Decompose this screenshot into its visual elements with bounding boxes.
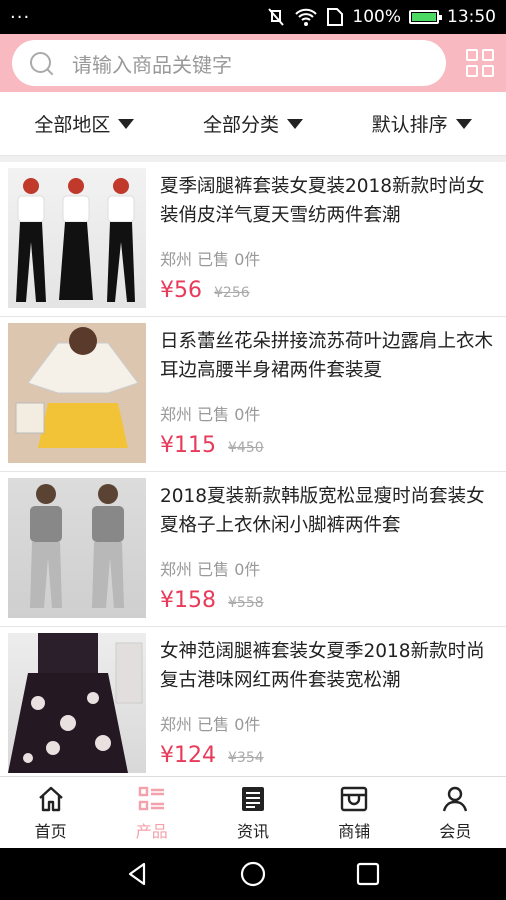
filter-sort-label: 默认排序: [371, 114, 448, 136]
bottom-tab-bar: 首页 产品 资讯 商铺 会员: [0, 776, 506, 848]
tab-member[interactable]: 会员: [405, 777, 506, 848]
wifi-icon: [295, 8, 318, 26]
sim-icon: [327, 8, 344, 26]
filter-category[interactable]: 全部分类: [169, 110, 338, 137]
product-list: 夏季阔腿裤套装女夏装2018新款时尚女装俏皮洋气夏天雪纺两件套潮 郑州 已售 0…: [0, 162, 506, 776]
tab-home-label: 首页: [34, 821, 67, 841]
product-original-price: ¥450: [228, 440, 264, 456]
product-sold: 已售 0件: [197, 405, 261, 424]
list-icon: [138, 786, 164, 810]
filter-bar: 全部地区 全部分类 默认排序: [0, 92, 506, 156]
filter-sort[interactable]: 默认排序: [337, 110, 506, 137]
filter-category-label: 全部分类: [203, 114, 280, 136]
search-input[interactable]: 请输入商品关键字: [12, 40, 446, 86]
product-original-price: ¥558: [228, 595, 264, 611]
category-grid-icon[interactable]: [466, 49, 494, 77]
product-original-price: ¥354: [228, 750, 264, 766]
product-sold: 已售 0件: [197, 250, 261, 269]
tab-products[interactable]: 产品: [101, 777, 202, 848]
battery-icon: [409, 10, 442, 24]
notification-dots: ···: [10, 6, 31, 28]
product-price: ¥124: [160, 743, 216, 768]
search-header: 请输入商品关键字: [0, 34, 506, 92]
clock: 13:50: [447, 7, 496, 27]
user-icon: [443, 786, 468, 811]
product-price: ¥115: [160, 433, 216, 458]
battery-percent: 100%: [352, 7, 401, 27]
dropdown-arrow-icon: [118, 118, 135, 129]
product-item[interactable]: 女神范阔腿裤套装女夏季2018新款时尚复古港味网红两件套装宽松潮 郑州 已售 0…: [0, 627, 506, 776]
tab-news-label: 资讯: [237, 821, 270, 841]
product-image: [8, 323, 146, 463]
mute-icon: [268, 8, 285, 26]
filter-region-label: 全部地区: [34, 114, 111, 136]
product-sold: 已售 0件: [197, 560, 261, 579]
home-circle-icon[interactable]: [239, 860, 267, 888]
news-icon: [242, 786, 264, 811]
product-title: 女神范阔腿裤套装女夏季2018新款时尚复古港味网红两件套装宽松潮: [160, 641, 485, 691]
home-icon: [38, 786, 63, 811]
status-bar: ··· 100% 13:50: [0, 0, 506, 34]
tab-news[interactable]: 资讯: [202, 777, 303, 848]
tab-shop[interactable]: 商铺: [304, 777, 405, 848]
product-image: [8, 478, 146, 618]
product-image: [8, 633, 146, 773]
system-nav-bar: [0, 848, 506, 900]
shop-icon: [341, 786, 368, 811]
tab-member-label: 会员: [439, 821, 472, 841]
product-price: ¥56: [160, 278, 202, 303]
back-icon[interactable]: [124, 860, 152, 888]
recents-icon[interactable]: [354, 860, 382, 888]
product-price: ¥158: [160, 588, 216, 613]
product-title: 夏季阔腿裤套装女夏装2018新款时尚女装俏皮洋气夏天雪纺两件套潮: [160, 176, 485, 226]
dropdown-arrow-icon: [455, 118, 472, 129]
tab-home[interactable]: 首页: [0, 777, 101, 848]
product-image: [8, 168, 146, 308]
product-item[interactable]: 夏季阔腿裤套装女夏装2018新款时尚女装俏皮洋气夏天雪纺两件套潮 郑州 已售 0…: [0, 162, 506, 317]
filter-region[interactable]: 全部地区: [0, 110, 169, 137]
tab-products-label: 产品: [135, 821, 168, 841]
product-location: 郑州: [160, 560, 193, 579]
search-icon: [28, 50, 54, 76]
product-item[interactable]: 2018夏装新款韩版宽松显瘦时尚套装女夏格子上衣休闲小脚裤两件套 郑州 已售 0…: [0, 472, 506, 627]
search-placeholder: 请输入商品关键字: [72, 52, 232, 77]
product-title: 2018夏装新款韩版宽松显瘦时尚套装女夏格子上衣休闲小脚裤两件套: [160, 486, 485, 536]
product-location: 郑州: [160, 715, 193, 734]
product-title: 日系蕾丝花朵拼接流苏荷叶边露肩上衣木耳边高腰半身裙两件套装夏: [160, 331, 494, 381]
product-location: 郑州: [160, 405, 193, 424]
product-location: 郑州: [160, 250, 193, 269]
dropdown-arrow-icon: [287, 118, 304, 129]
product-original-price: ¥256: [214, 285, 250, 301]
product-item[interactable]: 日系蕾丝花朵拼接流苏荷叶边露肩上衣木耳边高腰半身裙两件套装夏 郑州 已售 0件 …: [0, 317, 506, 472]
tab-shop-label: 商铺: [338, 821, 371, 841]
product-sold: 已售 0件: [197, 715, 261, 734]
